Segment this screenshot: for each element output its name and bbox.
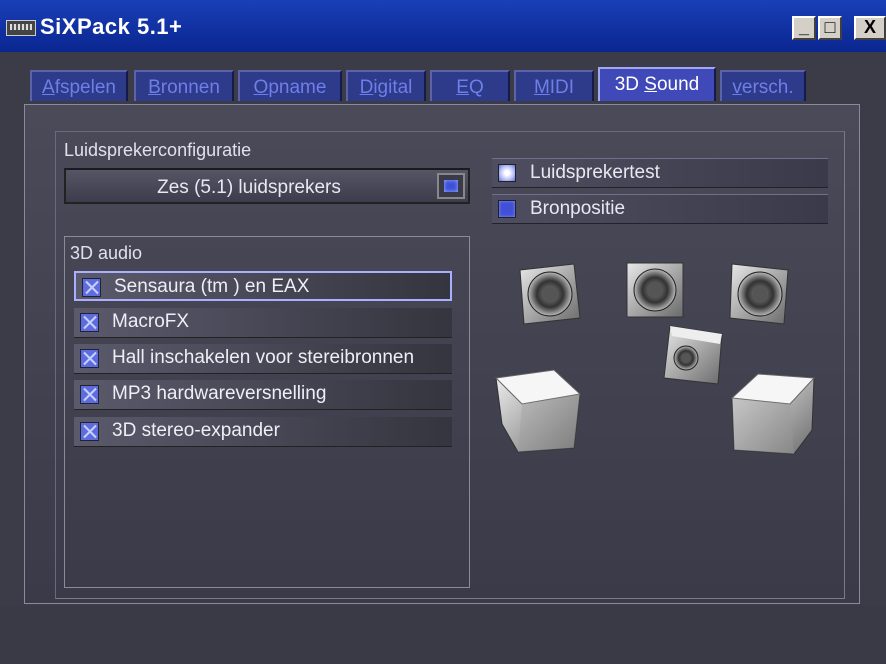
checkbox-checked-icon[interactable] [80,422,99,441]
option-mp3-acceleration[interactable]: MP3 hardwareversnelling [74,380,452,410]
option-hall[interactable]: Hall inschakelen voor stereibronnen [74,344,452,374]
speaker-config-value: Zes (5.1) luidsprekers [157,177,341,198]
led-off-icon [498,200,516,218]
option-label: MP3 hardwareversnelling [112,383,327,404]
rear-right-speaker-icon[interactable] [728,372,818,456]
dropdown-arrow-icon[interactable] [437,173,465,199]
status-area [0,606,886,664]
option-label: Sensaura (tm ) en EAX [114,276,310,297]
option-label: Hall inschakelen voor stereibronnen [112,347,415,368]
front-left-speaker-icon[interactable] [514,262,584,326]
tab-versch[interactable]: versch. [720,70,806,101]
subwoofer-icon[interactable] [660,322,728,388]
tab-digital[interactable]: Digital [346,70,426,101]
minimize-button[interactable]: _ [792,16,816,40]
option-3d-stereo-expander[interactable]: 3D stereo-expander [74,417,452,447]
option-label: MacroFX [112,311,190,332]
tab-eq[interactable]: EQ [430,70,510,101]
checkbox-checked-icon[interactable] [80,385,99,404]
speaker-test-button[interactable]: Luidsprekertest [492,158,828,188]
tab-opname[interactable]: Opname [238,70,342,101]
tab-bronnen[interactable]: Bronnen [134,70,234,101]
app-window: SiXPack 5.1+ _ □ X Afspelen Bronnen Opna… [0,0,886,664]
audio3d-group-label: 3D audio [70,243,143,263]
tab-afspelen[interactable]: Afspelen [30,70,128,101]
option-label: 3D stereo-expander [112,420,280,441]
tab-midi[interactable]: MIDI [514,70,594,101]
source-position-button[interactable]: Bronpositie [492,194,828,224]
option-sensaura[interactable]: Sensaura (tm ) en EAX [74,271,452,301]
checkbox-checked-icon[interactable] [80,313,99,332]
center-speaker-icon[interactable] [624,260,686,320]
maximize-button[interactable]: □ [818,16,842,40]
front-right-speaker-icon[interactable] [726,262,796,326]
title-bar[interactable]: SiXPack 5.1+ _ □ X [0,0,886,52]
led-on-icon [498,164,516,182]
rear-left-speaker-icon[interactable] [494,368,584,454]
app-icon [6,20,36,36]
source-position-label: Bronpositie [530,198,626,219]
speaker-config-dropdown[interactable]: Zes (5.1) luidsprekers [64,168,470,204]
checkbox-checked-icon[interactable] [82,278,101,297]
speaker-config-label: Luidsprekerconfiguratie [64,140,252,160]
option-macrofx[interactable]: MacroFX [74,308,452,338]
checkbox-checked-icon[interactable] [80,349,99,368]
close-button[interactable]: X [854,16,886,40]
speaker-test-label: Luidsprekertest [530,162,660,183]
window-title: SiXPack 5.1+ [40,14,183,39]
tab-3d-sound[interactable]: 3D Sound [598,67,716,101]
